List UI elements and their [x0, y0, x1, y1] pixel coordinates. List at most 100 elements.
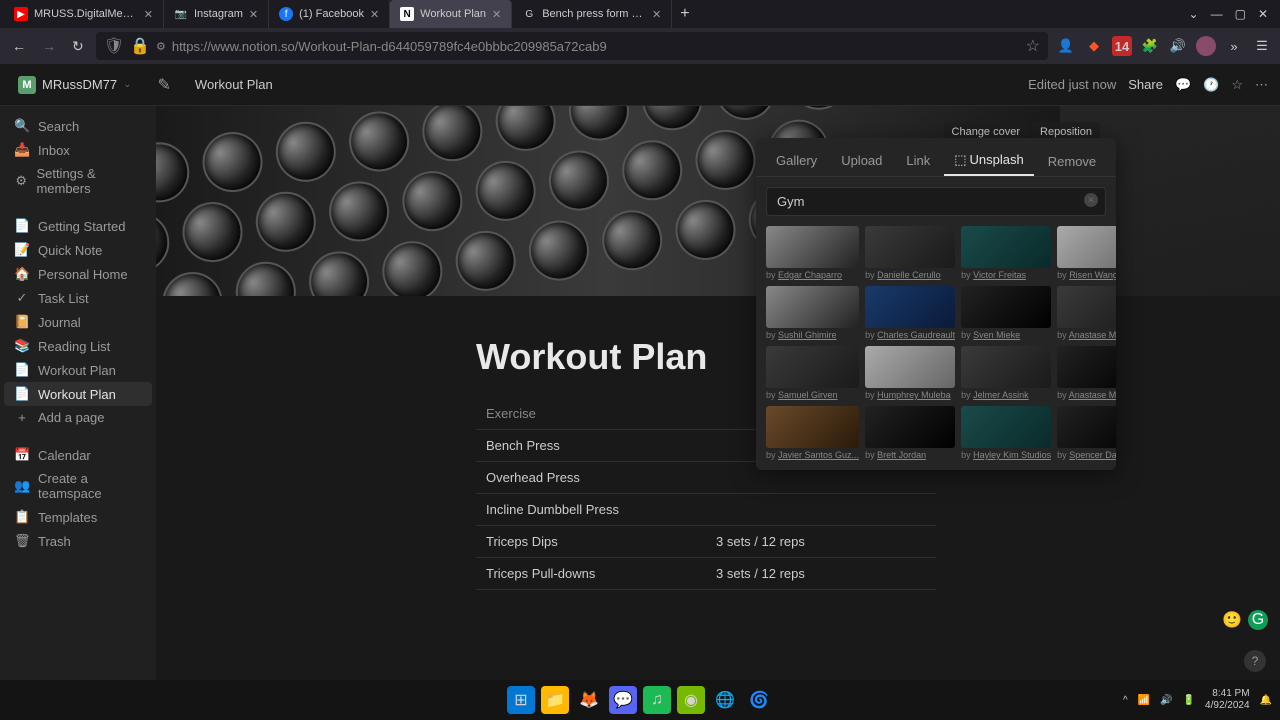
browser-tab[interactable]: 📷 Instagram ✕ — [164, 0, 269, 28]
table-row[interactable]: Incline Dumbbell Press — [476, 494, 936, 526]
maximize-button[interactable]: ▢ — [1235, 7, 1246, 21]
unsplash-thumbnail[interactable]: by Anastase Maragos — [1057, 346, 1116, 400]
close-icon[interactable]: ✕ — [249, 8, 258, 21]
sidebar-item[interactable]: 👥Create a teamspace — [4, 467, 152, 505]
tab-gallery[interactable]: Gallery — [766, 147, 827, 176]
unsplash-thumbnail[interactable]: by Edgar Chaparro — [766, 226, 859, 280]
table-header-exercise[interactable]: Exercise — [476, 398, 706, 429]
firefox-icon[interactable]: 🦊 — [575, 686, 603, 714]
sidebar-item[interactable]: 📥Inbox — [4, 138, 152, 162]
spotify-icon[interactable]: ♫ — [643, 686, 671, 714]
share-button[interactable]: Share — [1128, 77, 1163, 92]
close-icon[interactable]: ✕ — [652, 8, 661, 21]
sets-cell[interactable] — [706, 494, 936, 525]
chevron-down-icon[interactable]: ⌄ — [1189, 7, 1199, 21]
brave-icon[interactable]: ◆ — [1084, 36, 1104, 56]
workspace-switcher[interactable]: M MRussDM77 ⌄ — [12, 74, 138, 96]
sidebar-item[interactable]: +Add a page — [4, 406, 152, 429]
nvidia-icon[interactable]: ◉ — [677, 686, 705, 714]
unsplash-thumbnail[interactable]: by Spencer Davis — [1057, 406, 1116, 460]
remove-cover-button[interactable]: Remove — [1038, 148, 1106, 175]
sidebar-item[interactable]: 📋Templates — [4, 505, 152, 529]
sidebar-item[interactable]: ✓Task List — [4, 286, 152, 310]
sidebar-item[interactable]: 📄Getting Started — [4, 214, 152, 238]
sidebar-item[interactable]: 📝Quick Note — [4, 238, 152, 262]
exercise-cell[interactable]: Triceps Dips — [476, 526, 706, 557]
notifications-icon[interactable]: 🔔 — [1260, 695, 1272, 706]
system-clock[interactable]: 8:41 PM 4/92/2024 — [1205, 688, 1250, 712]
tab-upload[interactable]: Upload — [831, 147, 892, 176]
tab-link[interactable]: Link — [896, 147, 940, 176]
exercise-cell[interactable]: Triceps Pull-downs — [476, 558, 706, 589]
sets-cell[interactable]: 3 sets / 12 reps — [706, 526, 936, 557]
forward-button[interactable]: → — [38, 34, 60, 58]
sets-cell[interactable]: 3 sets / 12 reps — [706, 558, 936, 589]
close-icon[interactable]: ✕ — [370, 8, 379, 21]
edge-icon[interactable]: 🌀 — [745, 686, 773, 714]
unsplash-thumbnail[interactable]: by Samuel Girven — [766, 346, 859, 400]
volume-icon[interactable]: 🔊 — [1168, 36, 1188, 56]
menu-icon[interactable]: ☰ — [1252, 36, 1272, 56]
sidebar-item[interactable]: 🔍Search — [4, 114, 152, 138]
unsplash-thumbnail[interactable]: by Hayley Kim Studios — [961, 406, 1051, 460]
close-icon[interactable]: ✕ — [492, 8, 501, 21]
overflow-icon[interactable]: » — [1224, 36, 1244, 56]
profile-icon[interactable] — [1196, 36, 1216, 56]
clear-search-icon[interactable]: ✕ — [1084, 193, 1098, 207]
table-row[interactable]: Triceps Pull-downs3 sets / 12 reps — [476, 558, 936, 590]
explorer-icon[interactable]: 📁 — [541, 686, 569, 714]
unsplash-thumbnail[interactable]: by Sushil Ghimire — [766, 286, 859, 340]
discord-icon[interactable]: 💬 — [609, 686, 637, 714]
extension-badge-icon[interactable]: 14 — [1112, 36, 1132, 56]
start-button[interactable]: ⊞ — [507, 686, 535, 714]
sidebar-item[interactable]: 📚Reading List — [4, 334, 152, 358]
unsplash-thumbnail[interactable]: by Humphrey Muleba — [865, 346, 955, 400]
volume-tray-icon[interactable]: 🔊 — [1160, 695, 1172, 706]
sidebar-item[interactable]: ⚙Settings & members — [4, 162, 152, 200]
close-window-button[interactable]: ✕ — [1258, 7, 1268, 21]
grammarly-icon[interactable]: G — [1248, 610, 1268, 630]
favorite-icon[interactable]: ☆ — [1231, 77, 1243, 93]
exercise-cell[interactable]: Bench Press — [476, 430, 706, 461]
chrome-icon[interactable]: 🌐 — [711, 686, 739, 714]
shield-icon[interactable]: 🛡 — [104, 36, 124, 56]
help-button[interactable]: ? — [1244, 650, 1266, 672]
extensions-icon[interactable]: 🧩 — [1140, 36, 1160, 56]
unsplash-thumbnail[interactable]: by Sven Mieke — [961, 286, 1051, 340]
browser-tab[interactable]: f (1) Facebook ✕ — [269, 0, 390, 28]
sidebar-item[interactable]: 📄Workout Plan — [4, 382, 152, 406]
emoji-float-icon[interactable]: 🙂 — [1222, 610, 1242, 630]
table-row[interactable]: Triceps Dips3 sets / 12 reps — [476, 526, 936, 558]
browser-tab[interactable]: N Workout Plan ✕ — [390, 0, 512, 28]
back-button[interactable]: ← — [8, 34, 30, 58]
unsplash-thumbnail[interactable]: by Javier Santos Guz... — [766, 406, 859, 460]
sidebar-item[interactable]: 🏠Personal Home — [4, 262, 152, 286]
permissions-icon[interactable]: ⚙ — [156, 40, 166, 53]
unsplash-thumbnail[interactable]: by Risen Wang — [1057, 226, 1116, 280]
unsplash-thumbnail[interactable]: by Jelmer Assink — [961, 346, 1051, 400]
exercise-cell[interactable]: Incline Dumbbell Press — [476, 494, 706, 525]
updates-icon[interactable]: 🕐 — [1203, 77, 1219, 93]
lock-icon[interactable]: 🔒 — [130, 36, 150, 56]
unsplash-search-input[interactable] — [766, 187, 1106, 216]
account-icon[interactable]: 👤 — [1056, 36, 1076, 56]
unsplash-thumbnail[interactable]: by Charles Gaudreault — [865, 286, 955, 340]
more-icon[interactable]: ⋯ — [1255, 77, 1268, 93]
unsplash-thumbnail[interactable]: by Brett Jordan — [865, 406, 955, 460]
compose-icon[interactable]: ✎ — [158, 75, 171, 95]
sidebar-item[interactable]: 📅Calendar — [4, 443, 152, 467]
sidebar-item[interactable]: 📄Workout Plan — [4, 358, 152, 382]
browser-tab[interactable]: ▶ MRUSS.DigitalMedia - YouTube ✕ — [4, 0, 164, 28]
tray-chevron-icon[interactable]: ^ — [1123, 695, 1128, 706]
sidebar-item[interactable]: 📔Journal — [4, 310, 152, 334]
unsplash-thumbnail[interactable]: by Anastase Maragos — [1057, 286, 1116, 340]
sidebar-item[interactable]: 🗑Trash — [4, 529, 152, 553]
bookmark-star-icon[interactable]: ☆ — [1026, 36, 1040, 56]
new-tab-button[interactable]: + — [672, 5, 697, 23]
reload-button[interactable]: ↻ — [68, 34, 88, 59]
url-bar[interactable]: 🛡 🔒 ⚙ https://www.notion.so/Workout-Plan… — [96, 32, 1048, 60]
close-icon[interactable]: ✕ — [144, 8, 153, 21]
tab-unsplash[interactable]: ⬚Unsplash — [944, 146, 1034, 176]
comments-icon[interactable]: 💬 — [1175, 77, 1191, 93]
browser-tab[interactable]: G Bench press form gif - Google ✕ — [512, 0, 672, 28]
